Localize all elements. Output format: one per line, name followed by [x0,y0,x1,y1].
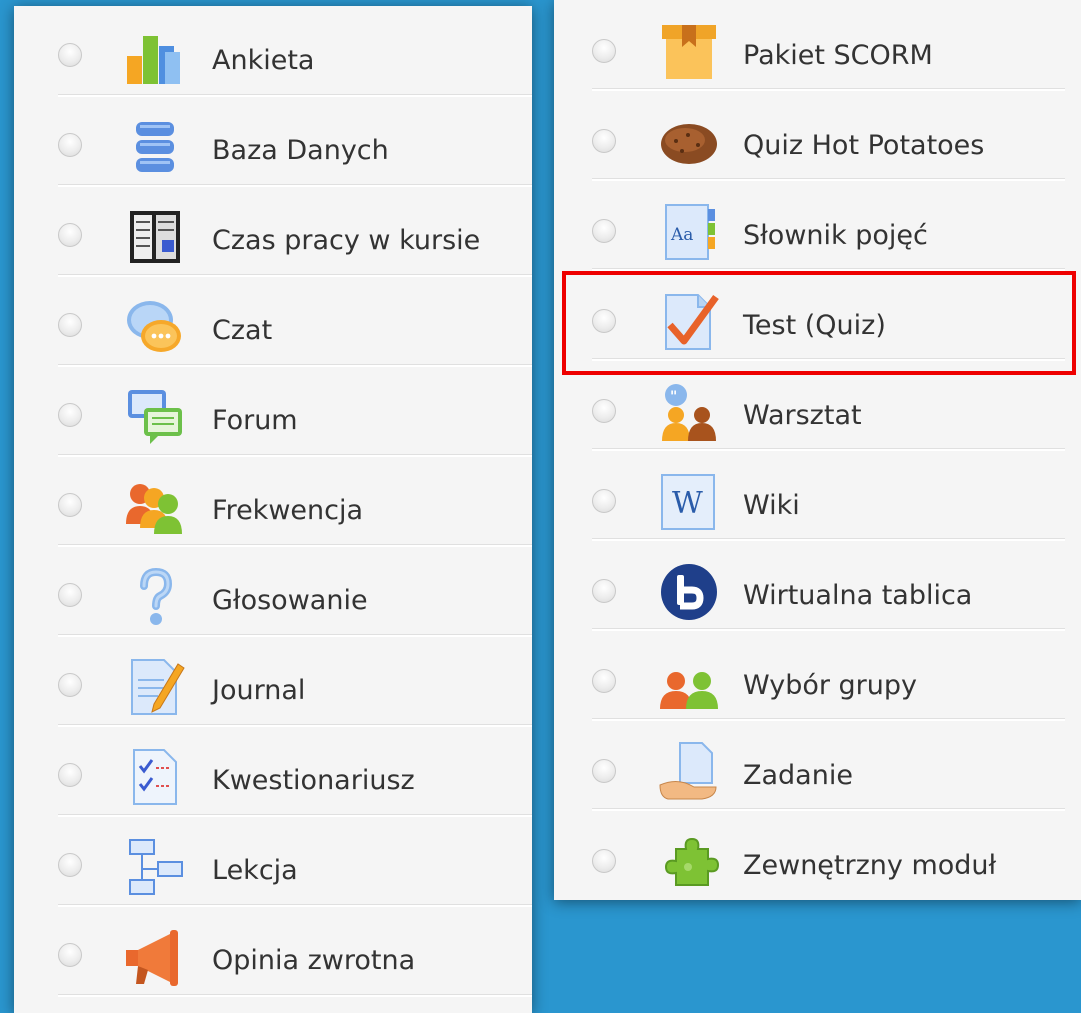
activity-label: Ankieta [212,45,315,76]
activity-label: Czat [212,315,273,346]
activity-label: Journal [212,675,306,706]
activity-option-journal[interactable]: Journal [14,636,532,727]
activity-option-warsztat[interactable]: " Warsztat [554,360,1081,451]
activity-label: Frekwencja [212,495,364,526]
forum-icon [124,386,186,448]
activity-label: Głosowanie [212,585,368,616]
group-choice-icon [658,651,720,713]
potato-icon [658,111,720,173]
svg-text:Aa: Aa [670,225,693,245]
wiki-w-icon: W [658,471,720,533]
radio-button[interactable] [592,309,616,333]
radio-button[interactable] [58,223,82,247]
activity-option-test-quiz[interactable]: Test (Quiz) [554,270,1081,361]
activity-option-czas-pracy[interactable]: Czas pracy w kursie [14,186,532,277]
activity-label: Zewnętrzny moduł [743,850,997,881]
activity-option-czat[interactable]: Czat [14,276,532,367]
activity-option-wirtualna-tablica[interactable]: Wirtualna tablica [554,540,1081,631]
activity-option-glosowanie[interactable]: Głosowanie [14,546,532,637]
left-activity-list: Ankieta Baza Danych Czas pracy w kursie … [14,6,532,1013]
activity-label: Baza Danych [212,135,389,166]
activity-option-kwestionariusz[interactable]: Kwestionariusz [14,726,532,817]
radio-button[interactable] [592,129,616,153]
radio-button[interactable] [592,849,616,873]
chart-bars-icon [124,26,186,88]
bigbluebutton-icon [658,561,720,623]
activity-label: Kwestionariusz [212,765,415,796]
activity-option-forum[interactable]: Forum [14,366,532,457]
checklist-icon [124,746,186,808]
package-box-icon [658,21,720,83]
activity-option-ankieta[interactable]: Ankieta [14,6,532,97]
radio-button[interactable] [592,219,616,243]
time-report-icon [124,206,186,268]
activity-label: Czas pracy w kursie [212,225,481,256]
radio-button[interactable] [592,39,616,63]
separator [58,994,532,997]
glossary-book-icon: Aa [658,201,720,263]
radio-button[interactable] [58,43,82,67]
megaphone-icon [124,926,186,988]
activity-option-frekwencja[interactable]: Frekwencja [14,456,532,547]
radio-button[interactable] [58,403,82,427]
activity-label: Test (Quiz) [743,310,886,341]
svg-text:W: W [672,486,703,521]
activity-label: Słownik pojęć [743,220,928,251]
journal-pencil-icon [124,656,186,718]
quiz-check-icon [658,291,720,353]
people-group-icon [124,476,186,538]
svg-text:": " [670,389,677,405]
puzzle-piece-icon [658,831,720,893]
radio-button[interactable] [592,399,616,423]
activity-option-lekcja[interactable]: Lekcja [14,816,532,907]
radio-button[interactable] [58,313,82,337]
radio-button[interactable] [58,493,82,517]
radio-button[interactable] [58,853,82,877]
radio-button[interactable] [58,673,82,697]
activity-option-baza-danych[interactable]: Baza Danych [14,96,532,187]
radio-button[interactable] [58,583,82,607]
workshop-people-icon: " [658,381,720,443]
radio-button[interactable] [58,763,82,787]
activity-option-opinia-zwrotna[interactable]: Opinia zwrotna [14,906,532,997]
activity-label: Lekcja [212,855,298,886]
flowchart-icon [124,836,186,898]
radio-button[interactable] [592,759,616,783]
database-icon [124,116,186,178]
activity-label: Wiki [743,490,800,521]
activity-option-zewnetrzny-modul[interactable]: Zewnętrzny moduł [554,810,1081,900]
activity-option-quiz-hot-potatoes[interactable]: Quiz Hot Potatoes [554,90,1081,181]
activity-label: Wirtualna tablica [743,580,973,611]
radio-button[interactable] [592,669,616,693]
activity-label: Forum [212,405,298,436]
activity-option-zadanie[interactable]: Zadanie [554,720,1081,811]
right-activity-list: Pakiet SCORM Quiz Hot Potatoes Aa Słowni… [554,0,1081,900]
radio-button[interactable] [592,579,616,603]
activity-option-pakiet-scorm[interactable]: Pakiet SCORM [554,0,1081,91]
question-mark-icon [124,566,186,628]
activity-label: Quiz Hot Potatoes [743,130,985,161]
activity-option-wybor-grupy[interactable]: Wybór grupy [554,630,1081,721]
activity-label: Pakiet SCORM [743,40,933,71]
activity-option-slownik-pojec[interactable]: Aa Słownik pojęć [554,180,1081,271]
radio-button[interactable] [58,943,82,967]
activity-label: Warsztat [743,400,862,431]
radio-button[interactable] [592,489,616,513]
assignment-hand-icon [658,741,720,803]
radio-button[interactable] [58,133,82,157]
activity-option-wiki[interactable]: W Wiki [554,450,1081,541]
activity-label: Wybór grupy [743,670,918,701]
chat-bubble-icon [124,296,186,358]
activity-label: Opinia zwrotna [212,945,416,976]
activity-label: Zadanie [743,760,853,791]
